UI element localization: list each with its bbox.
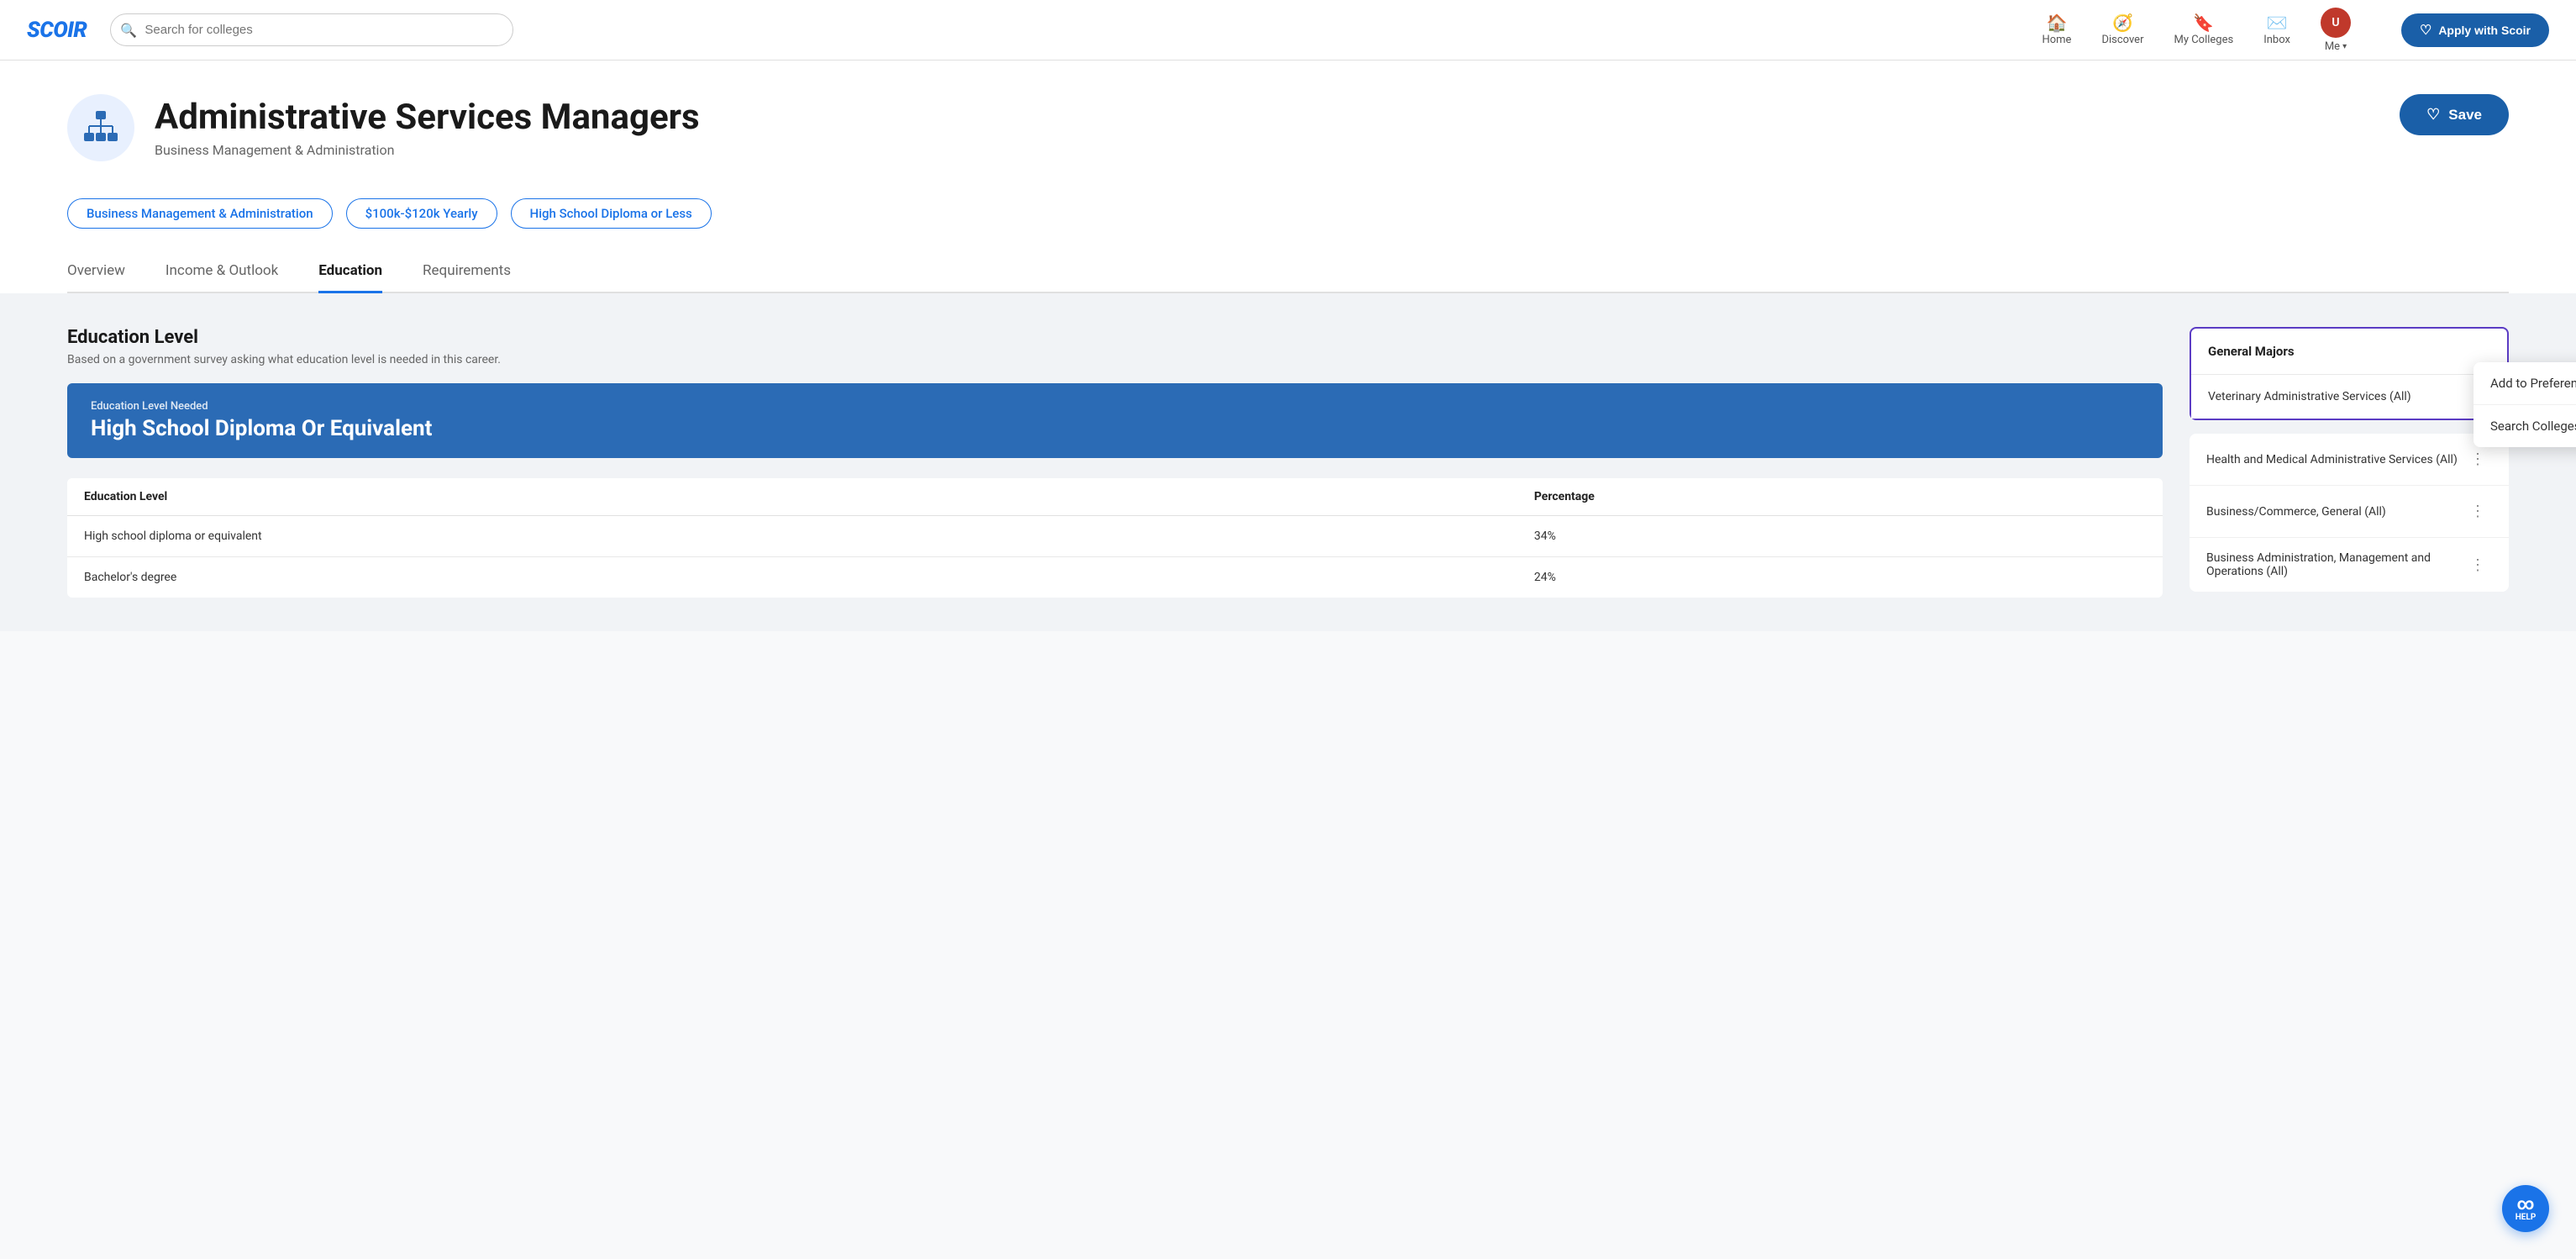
save-label: Save xyxy=(2448,107,2482,124)
edu-level-label: Education Level Needed xyxy=(91,400,2139,413)
search-bar: 🔍 xyxy=(110,13,513,46)
row-pct-1: 34% xyxy=(1517,516,2163,557)
help-label: HELP xyxy=(2516,1213,2537,1222)
career-title-block: Administrative Services Managers Busines… xyxy=(155,97,700,157)
apply-label: Apply with Scoir xyxy=(2438,24,2531,37)
section-title: Education Level xyxy=(67,327,2163,348)
save-heart-icon: ♡ xyxy=(2426,106,2440,124)
edu-level-value: High School Diploma Or Equivalent xyxy=(91,416,2139,441)
col-percentage: Percentage xyxy=(1517,478,2163,516)
left-col: Education Level Based on a government su… xyxy=(67,327,2163,598)
save-button[interactable]: ♡ Save xyxy=(2400,94,2509,135)
three-dots-icon-admin[interactable]: ⋮ xyxy=(2463,553,2492,577)
nav-me[interactable]: U Me ▾ xyxy=(2321,8,2351,53)
career-title: Administrative Services Managers xyxy=(155,97,700,138)
list-item-health[interactable]: Health and Medical Administrative Servic… xyxy=(2190,434,2509,486)
career-subtitle: Business Management & Administration xyxy=(155,142,700,158)
nav-my-colleges-label: My Colleges xyxy=(2174,34,2233,46)
context-menu-add-to-preferences[interactable]: Add to Preferences xyxy=(2473,362,2576,405)
education-level-card: Education Level Needed High School Diplo… xyxy=(67,383,2163,458)
tab-education[interactable]: Education xyxy=(318,249,382,293)
table-row: Bachelor's degree 24% xyxy=(67,557,2163,598)
list-item-business-commerce-label: Business/Commerce, General (All) xyxy=(2206,505,2386,519)
page-content: Administrative Services Managers Busines… xyxy=(0,61,2576,293)
nav-discover[interactable]: 🧭 Discover xyxy=(2101,14,2143,46)
help-button[interactable]: ∞ HELP xyxy=(2502,1185,2549,1232)
table-row: High school diploma or equivalent 34% xyxy=(67,516,2163,557)
avatar: U xyxy=(2321,8,2351,38)
list-item-business-commerce[interactable]: Business/Commerce, General (All) ⋮ xyxy=(2190,486,2509,538)
apply-with-scoir-button[interactable]: ♡ Apply with Scoir xyxy=(2401,13,2549,47)
education-table: Education Level Percentage High school d… xyxy=(67,478,2163,598)
nav-inbox-label: Inbox xyxy=(2263,34,2290,46)
list-item-business-admin-label: Business Administration, Management and … xyxy=(2206,551,2463,578)
me-label-row: Me ▾ xyxy=(2325,40,2347,53)
search-input[interactable] xyxy=(110,13,513,46)
row-level-2: Bachelor's degree xyxy=(67,557,1517,598)
career-tags: Business Management & Administration $10… xyxy=(67,182,2509,235)
list-item-health-label: Health and Medical Administrative Servic… xyxy=(2206,453,2458,466)
three-dots-icon-commerce[interactable]: ⋮ xyxy=(2463,499,2492,524)
right-panel: General Majors Veterinary Administrative… xyxy=(2190,327,2509,598)
main-body: Education Level Based on a government su… xyxy=(0,293,2576,631)
row-level-1: High school diploma or equivalent xyxy=(67,516,1517,557)
help-infinity-icon: ∞ xyxy=(2517,1195,2535,1212)
discover-icon: 🧭 xyxy=(2112,14,2133,31)
other-majors-list: Health and Medical Administrative Servic… xyxy=(2190,434,2509,592)
org-chart-icon xyxy=(81,108,121,148)
navbar: SCOIR 🔍 🏠 Home 🧭 Discover 🔖 My Colleges … xyxy=(0,0,2576,61)
nav-home-label: Home xyxy=(2042,34,2071,46)
bookmark-icon: 🔖 xyxy=(2193,14,2214,31)
career-header: Administrative Services Managers Busines… xyxy=(67,94,2509,182)
context-menu-search-colleges[interactable]: Search Colleges xyxy=(2473,405,2576,447)
career-header-left: Administrative Services Managers Busines… xyxy=(67,94,700,161)
section-desc: Based on a government survey asking what… xyxy=(67,353,2163,366)
nav-inbox[interactable]: ✉️ Inbox xyxy=(2263,14,2290,46)
tag-education[interactable]: High School Diploma or Less xyxy=(511,198,712,229)
nav-discover-label: Discover xyxy=(2101,34,2143,46)
general-majors-dropdown: General Majors Veterinary Administrative… xyxy=(2190,327,2509,420)
majors-item-label: Veterinary Administrative Services (All) xyxy=(2208,390,2411,403)
logo[interactable]: SCOIR xyxy=(27,18,87,43)
tab-requirements[interactable]: Requirements xyxy=(423,249,511,293)
chevron-down-icon: ▾ xyxy=(2342,42,2347,51)
majors-header: General Majors xyxy=(2191,329,2507,375)
nav-links: 🏠 Home 🧭 Discover 🔖 My Colleges ✉️ Inbox… xyxy=(2042,8,2549,53)
tab-income-outlook[interactable]: Income & Outlook xyxy=(166,249,278,293)
me-label: Me xyxy=(2325,40,2340,53)
tab-overview[interactable]: Overview xyxy=(67,249,125,293)
heart-icon: ♡ xyxy=(2420,22,2431,39)
nav-home[interactable]: 🏠 Home xyxy=(2042,14,2071,46)
tag-salary[interactable]: $100k-$120k Yearly xyxy=(346,198,497,229)
three-dots-icon-health[interactable]: ⋮ xyxy=(2463,447,2492,471)
col-education-level: Education Level xyxy=(67,478,1517,516)
row-pct-2: 24% xyxy=(1517,557,2163,598)
tag-business[interactable]: Business Management & Administration xyxy=(67,198,333,229)
tabs-bar: Overview Income & Outlook Education Requ… xyxy=(67,249,2509,293)
home-icon: 🏠 xyxy=(2046,14,2067,31)
context-menu: Add to Preferences Search Colleges xyxy=(2473,362,2576,447)
majors-item-veterinary[interactable]: Veterinary Administrative Services (All)… xyxy=(2191,375,2507,419)
list-item-business-admin[interactable]: Business Administration, Management and … xyxy=(2190,538,2509,592)
search-icon: 🔍 xyxy=(120,22,137,38)
nav-my-colleges[interactable]: 🔖 My Colleges xyxy=(2174,14,2233,46)
inbox-icon: ✉️ xyxy=(2267,14,2288,31)
career-icon-wrap xyxy=(67,94,134,161)
